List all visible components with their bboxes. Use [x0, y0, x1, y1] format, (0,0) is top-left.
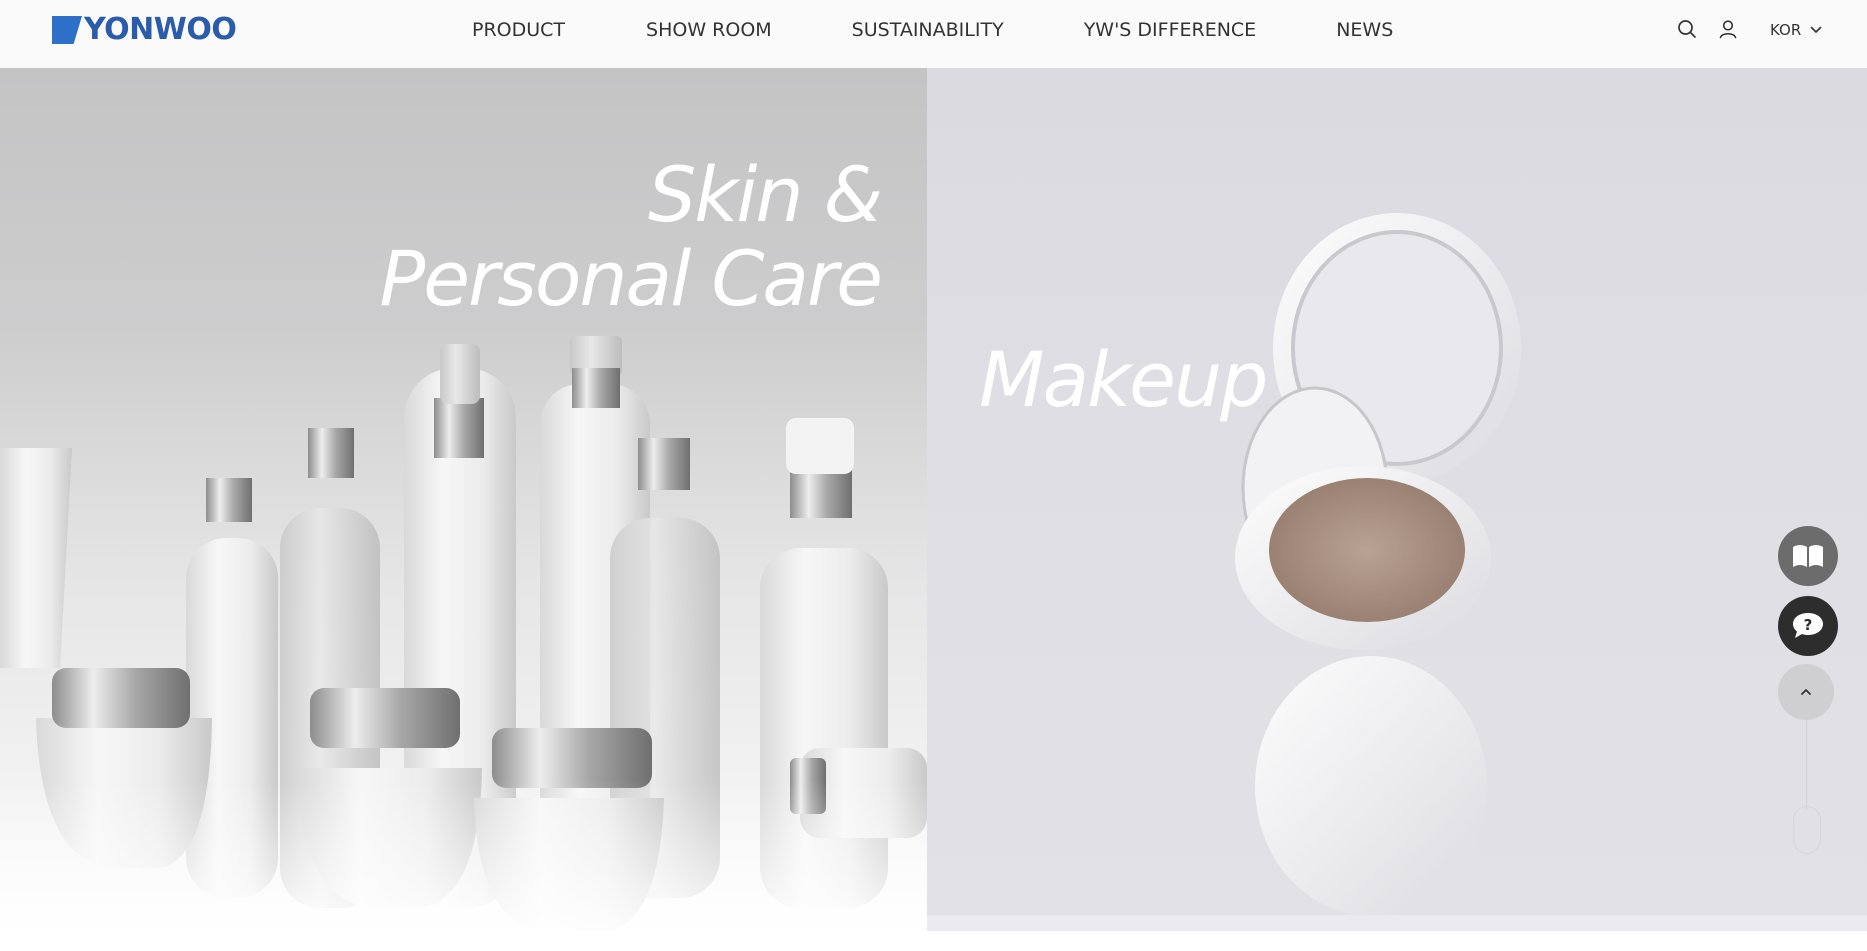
nav-item-sustainability[interactable]: SUSTAINABILITY: [852, 19, 1004, 41]
user-button[interactable]: [1717, 18, 1739, 40]
main-nav: PRODUCT SHOW ROOM SUSTAINABILITY YW'S DI…: [472, 0, 1393, 60]
scroll-to-top-button[interactable]: [1778, 664, 1834, 720]
scroll-indicator-line: [1806, 720, 1807, 810]
logo-mark: [52, 16, 82, 44]
chat-button[interactable]: ?: [1778, 596, 1838, 656]
hero-title-skin-care: Skin & Personal Care: [379, 150, 883, 323]
language-selector[interactable]: KOR: [1770, 18, 1823, 42]
logo-text: YONWOO: [84, 12, 237, 47]
hero-title-line-2: Personal Care: [379, 233, 883, 323]
brand-logo[interactable]: YONWOO: [52, 12, 237, 47]
hero-title-line-1: Skin &: [648, 150, 883, 239]
chevron-up-icon: [1801, 689, 1811, 695]
bottom-strip: [927, 915, 1867, 931]
chevron-down-icon: [1810, 26, 1822, 33]
mouse-icon: [1793, 806, 1821, 854]
chat-question-icon: ?: [1793, 613, 1823, 638]
search-button[interactable]: [1676, 18, 1698, 40]
site-header: YONWOO PRODUCT SHOW ROOM SUSTAINABILITY …: [0, 0, 1867, 68]
nav-item-yw-difference[interactable]: YW'S DIFFERENCE: [1084, 19, 1257, 41]
svg-text:?: ?: [1804, 616, 1813, 634]
nav-item-news[interactable]: NEWS: [1336, 19, 1393, 41]
book-icon: [1793, 545, 1823, 567]
language-label: KOR: [1770, 21, 1802, 39]
hero-panel-makeup[interactable]: Makeup: [927, 68, 1867, 931]
hero-panel-skin-care[interactable]: Skin & Personal Care: [0, 68, 927, 931]
catalog-button[interactable]: [1778, 526, 1838, 586]
nav-item-show-room[interactable]: SHOW ROOM: [646, 19, 772, 41]
floor-reflection: [0, 781, 927, 931]
user-icon: [1719, 20, 1737, 39]
hero-title-makeup: Makeup: [979, 335, 1268, 424]
cushion-compact-illustration: [1235, 213, 1521, 916]
nav-item-product[interactable]: PRODUCT: [472, 19, 565, 41]
search-icon: [1678, 20, 1696, 38]
